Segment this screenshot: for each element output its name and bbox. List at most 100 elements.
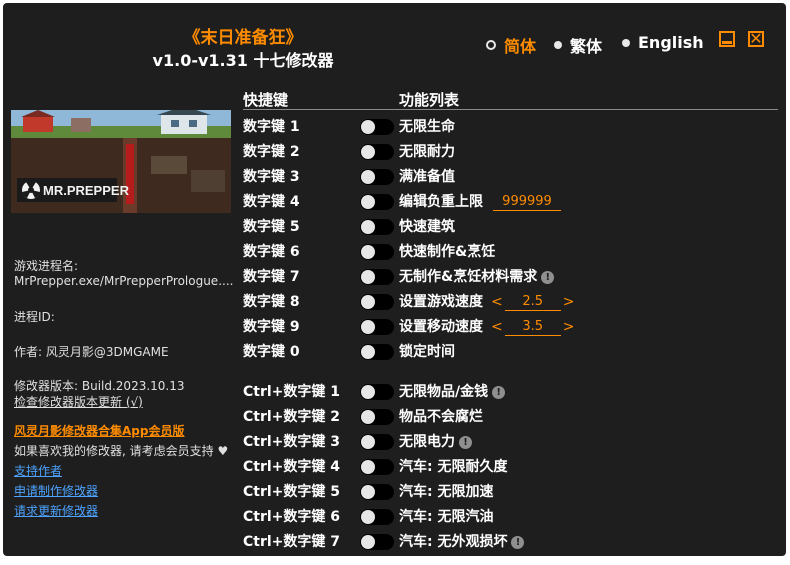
cheat-label-text: 无制作&烹饪材料需求: [399, 269, 538, 285]
cheat-toggle[interactable]: [360, 344, 394, 360]
cheat-row-label: 汽车: 无外观损坏!: [399, 533, 525, 551]
cheat-toggle[interactable]: [360, 409, 394, 425]
cheat-toggle[interactable]: [360, 294, 394, 310]
hotkey-label: 数字键 0: [243, 344, 300, 360]
features-column-header: 功能列表: [399, 91, 460, 109]
cheat-toggle[interactable]: [360, 509, 394, 525]
process-name-label: 游戏进程名:: [14, 259, 79, 273]
cheat-label-text: 汽车: 无限加速: [399, 484, 494, 500]
cheat-label-text: 设置移动速度: [399, 319, 483, 335]
cheat-toggle[interactable]: [360, 219, 394, 235]
cheat-row-label: 无限电力!: [399, 433, 472, 451]
hotkey-label: 数字键 8: [243, 294, 300, 310]
cheat-label-text: 快速制作&烹饪: [399, 244, 496, 260]
toggle-knob: [361, 170, 375, 184]
cheat-label-text: 无限耐力: [399, 144, 455, 160]
radio-selected-icon: [486, 40, 496, 50]
check-update-link[interactable]: 检查修改器版本更新 (√): [14, 393, 143, 410]
process-id-label: 进程ID:: [14, 310, 55, 324]
cheat-label-text: 编辑负重上限: [399, 194, 483, 210]
info-icon[interactable]: !: [541, 270, 555, 284]
cheat-toggle[interactable]: [360, 484, 394, 500]
cheat-row-label: 汽车: 无限加速: [399, 483, 493, 501]
lang-simplified-label: 简体: [504, 37, 537, 56]
request-update-link[interactable]: 请求更新修改器: [14, 502, 98, 519]
toggle-knob: [361, 145, 375, 159]
support-message: 如果喜欢我的修改器, 请考虑会员支持 ♥: [14, 442, 228, 459]
cheat-label-text: 汽车: 无限汽油: [399, 509, 494, 525]
toggle-knob: [361, 320, 375, 334]
lang-traditional-option[interactable]: 繁体: [554, 33, 602, 57]
hotkey-label: Ctrl+数字键 7: [243, 534, 341, 550]
info-icon[interactable]: !: [511, 535, 525, 549]
cheat-label-text: 满准备值: [399, 169, 455, 185]
toggle-knob: [361, 245, 375, 259]
cheat-label-text: 无限电力: [399, 434, 455, 450]
author-text: 作者: 风灵月影@3DMGAME: [14, 345, 169, 359]
hotkey-label: 数字键 7: [243, 269, 300, 285]
hotkey-column-header: 快捷键: [243, 91, 289, 109]
hotkey-label: 数字键 5: [243, 219, 300, 235]
cheat-label-text: 汽车: 无限耐久度: [399, 459, 508, 475]
value-input[interactable]: 999999: [493, 194, 561, 211]
cheat-row-label: 锁定时间: [399, 343, 455, 361]
value-input[interactable]: 2.5: [504, 294, 561, 311]
cheat-row-label: 无限耐力: [399, 143, 455, 161]
hotkey-label: Ctrl+数字键 3: [243, 434, 341, 450]
cheat-toggle[interactable]: [360, 169, 394, 185]
lang-simplified-option[interactable]: 简体: [486, 33, 536, 57]
hotkey-label: Ctrl+数字键 1: [243, 384, 341, 400]
hotkey-label: 数字键 1: [243, 119, 300, 135]
app-promo-link[interactable]: 风灵月影修改器合集App会员版: [14, 422, 184, 439]
minimize-button[interactable]: [719, 31, 735, 47]
cheat-toggle[interactable]: [360, 384, 394, 400]
decrease-arrow-button[interactable]: <: [491, 318, 503, 336]
close-button[interactable]: ✕: [748, 31, 764, 47]
toggle-knob: [361, 345, 375, 359]
cheat-row-label: 无制作&烹饪材料需求!: [399, 268, 555, 286]
support-message-text: 如果喜欢我的修改器, 请考虑会员支持: [14, 444, 214, 458]
cheat-row-label: 物品不会腐烂: [399, 408, 483, 426]
close-icon: ✕: [749, 29, 763, 48]
cheat-toggle[interactable]: [360, 119, 394, 135]
request-trainer-link[interactable]: 申请制作修改器: [14, 482, 98, 499]
value-input[interactable]: 3.5: [504, 319, 561, 336]
increase-arrow-button[interactable]: >: [563, 293, 575, 311]
info-icon[interactable]: !: [459, 435, 472, 449]
cheat-row-label: 汽车: 无限耐久度: [399, 458, 507, 476]
heart-icon: ♥: [217, 444, 229, 458]
increase-arrow-button[interactable]: >: [563, 318, 575, 336]
cheat-label-text: 设置游戏速度: [399, 294, 483, 310]
cheat-toggle[interactable]: [360, 459, 394, 475]
hotkey-label: Ctrl+数字键 6: [243, 509, 341, 525]
trainer-window: 《末日准备狂》 v1.0-v1.31 十七修改器 简体 繁体 English ✕…: [3, 3, 786, 556]
cheat-row-label: 设置游戏速度 <2.5 >: [399, 293, 574, 311]
lang-english-option[interactable]: English: [622, 33, 704, 52]
cheat-toggle[interactable]: [360, 244, 394, 260]
toggle-knob: [361, 435, 375, 449]
decrease-arrow-button[interactable]: <: [491, 293, 503, 311]
cheat-toggle[interactable]: [360, 194, 394, 210]
toggle-knob: [361, 195, 375, 209]
cheat-toggle[interactable]: [360, 269, 394, 285]
radio-icon: [622, 38, 630, 47]
hotkey-label: Ctrl+数字键 5: [243, 484, 341, 500]
cheat-row-label: 快速制作&烹饪: [399, 243, 495, 261]
radio-icon: [554, 41, 562, 49]
toggle-knob: [361, 510, 375, 524]
cheat-label-text: 无限生命: [399, 119, 455, 135]
cheat-toggle[interactable]: [360, 434, 394, 450]
toggle-knob: [361, 220, 375, 234]
hotkey-label: Ctrl+数字键 4: [243, 459, 341, 475]
lang-english-label: English: [638, 33, 704, 52]
cheat-toggle[interactable]: [360, 144, 394, 160]
cheat-toggle[interactable]: [360, 319, 394, 335]
cheat-row-label: 快速建筑: [399, 218, 455, 236]
header-divider: [243, 109, 778, 110]
hotkey-label: 数字键 3: [243, 169, 300, 185]
info-icon[interactable]: !: [492, 385, 506, 399]
cheat-row-label: 汽车: 无限汽油: [399, 508, 493, 526]
support-author-link[interactable]: 支持作者: [14, 462, 62, 479]
cheat-toggle[interactable]: [360, 534, 394, 550]
hotkey-label: 数字键 6: [243, 244, 300, 260]
